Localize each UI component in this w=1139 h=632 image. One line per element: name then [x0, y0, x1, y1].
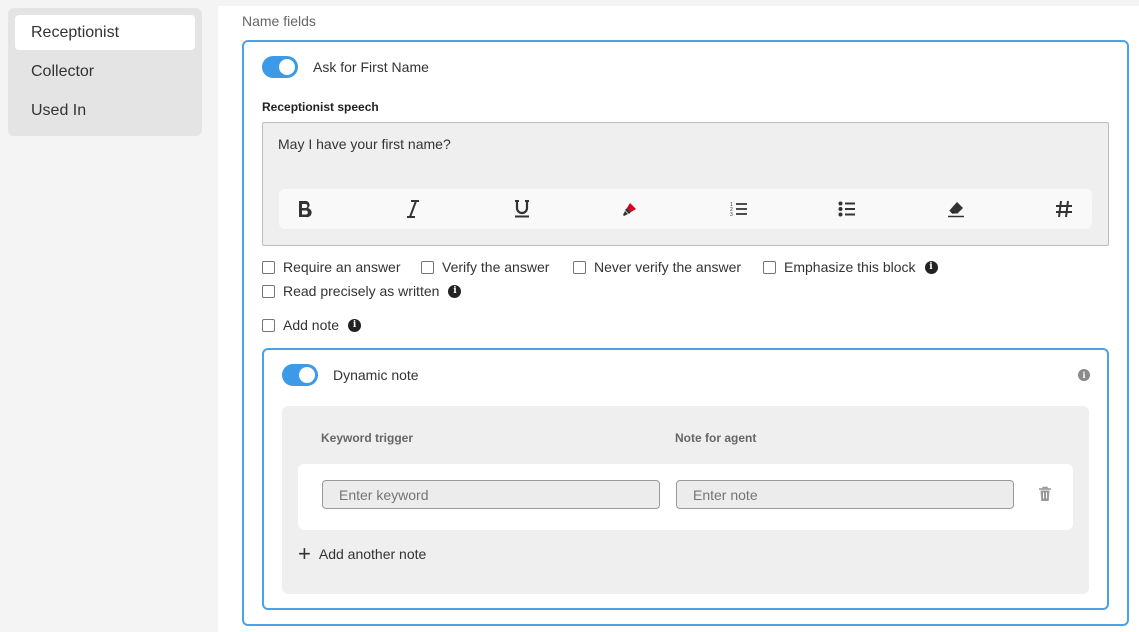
note-row	[298, 464, 1073, 530]
read-precisely-option: Read precisely as written i	[262, 283, 462, 299]
highlighter-icon[interactable]	[618, 197, 642, 221]
add-note-checkbox[interactable]	[262, 318, 275, 332]
speech-editor[interactable]: May I have your first name? 123	[262, 122, 1109, 246]
ask-first-name-toggle[interactable]	[262, 56, 298, 78]
main-panel: Name fields Ask for First Name Reception…	[218, 6, 1139, 632]
underline-icon[interactable]	[510, 197, 534, 221]
never-verify-label: Never verify the answer	[594, 259, 742, 275]
dynamic-note-label: Dynamic note	[333, 367, 419, 383]
verify-answer-option: Verify the answer	[421, 259, 549, 275]
sidebar-item-collector[interactable]: Collector	[15, 54, 195, 89]
receptionist-speech-label: Receptionist speech	[262, 100, 379, 114]
emphasize-checkbox[interactable]	[763, 260, 776, 274]
plus-icon: +	[298, 541, 311, 566]
notes-area: Keyword trigger Note for agent + Add ano…	[282, 406, 1089, 594]
note-input[interactable]	[676, 480, 1014, 509]
speech-text[interactable]: May I have your first name?	[278, 136, 451, 152]
ordered-list-icon[interactable]: 123	[727, 197, 751, 221]
emphasize-info-icon[interactable]: i	[924, 260, 938, 274]
sidebar-item-used-in[interactable]: Used In	[15, 93, 195, 128]
sidebar-item-receptionist[interactable]: Receptionist	[15, 15, 195, 50]
name-field-card: Ask for First Name Receptionist speech M…	[242, 40, 1129, 626]
require-answer-checkbox[interactable]	[262, 260, 275, 274]
add-another-note-label: Add another note	[318, 546, 427, 562]
add-note-info-icon[interactable]: i	[348, 318, 362, 332]
dynamic-note-info-icon[interactable]: i	[1078, 369, 1090, 381]
verify-answer-label: Verify the answer	[442, 259, 550, 275]
dynamic-note-toggle[interactable]	[282, 364, 318, 386]
add-another-note-button[interactable]: + Add another note	[298, 541, 427, 566]
dynamic-note-card: Dynamic note i Keyword trigger Note for …	[262, 348, 1109, 610]
verify-answer-checkbox[interactable]	[421, 260, 434, 274]
section-label: Name fields	[242, 13, 316, 29]
never-verify-option: Never verify the answer	[573, 259, 741, 275]
eraser-icon[interactable]	[944, 197, 968, 221]
emphasize-option: Emphasize this block i	[763, 259, 938, 275]
keyword-trigger-header: Keyword trigger	[321, 431, 414, 445]
require-answer-label: Require an answer	[283, 259, 401, 275]
add-note-option: Add note i	[262, 317, 362, 333]
require-answer-option: Require an answer	[262, 259, 401, 275]
never-verify-checkbox[interactable]	[573, 260, 586, 274]
note-for-agent-header: Note for agent	[675, 431, 757, 445]
bullet-list-icon[interactable]	[835, 197, 859, 221]
format-toolbar: 123	[279, 189, 1092, 229]
emphasize-label: Emphasize this block	[784, 259, 916, 275]
italic-icon[interactable]	[401, 197, 425, 221]
bold-icon[interactable]	[293, 197, 317, 221]
svg-text:3: 3	[730, 212, 733, 218]
sidebar: Receptionist Collector Used In	[8, 8, 202, 136]
keyword-input[interactable]	[322, 480, 660, 509]
add-note-label: Add note	[283, 317, 340, 333]
read-precisely-checkbox[interactable]	[262, 284, 275, 298]
read-precisely-label: Read precisely as written	[283, 283, 440, 299]
ask-first-name-label: Ask for First Name	[313, 59, 429, 75]
read-precisely-info-icon[interactable]: i	[448, 284, 462, 298]
hash-icon[interactable]	[1052, 197, 1076, 221]
trash-icon[interactable]	[1038, 486, 1052, 507]
